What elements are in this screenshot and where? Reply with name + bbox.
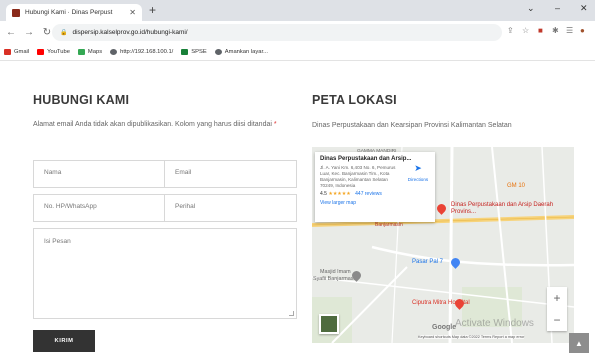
name-input[interactable]: Nama: [33, 160, 164, 188]
browser-tab[interactable]: Hubungi Kami · Dinas Perpust ✕: [6, 4, 142, 21]
map-pin-label: Dinas Perpustakaan dan Arsip Daerah Prov…: [451, 202, 554, 215]
back-icon[interactable]: ←: [4, 27, 18, 38]
rating-stars-icon: ★★★★★: [328, 191, 351, 197]
map-label-road: Banjarmasin: [375, 222, 403, 228]
extension-icon[interactable]: ■: [538, 26, 543, 35]
new-tab-icon[interactable]: +: [149, 3, 156, 17]
resize-handle-icon[interactable]: [289, 311, 294, 316]
directions-button[interactable]: ➤ Directions: [405, 158, 431, 182]
location-heading: PETA LOKASI: [312, 93, 397, 107]
maps-icon: [77, 49, 85, 55]
profile-avatar-icon[interactable]: ●: [580, 26, 585, 35]
form-note: Alamat email Anda tidak akan dipublikasi…: [33, 121, 277, 128]
view-larger-map-link[interactable]: View larger map: [320, 200, 430, 206]
directions-label: Directions: [407, 177, 429, 182]
scroll-to-top-icon[interactable]: ▲: [569, 333, 589, 353]
bookmark-star-icon[interactable]: ☆: [522, 26, 529, 35]
phone-input[interactable]: No. HP/WhatsApp: [33, 194, 164, 222]
spse-icon: [181, 49, 189, 55]
bookmark-amankan[interactable]: Amankan layar...: [214, 49, 268, 55]
puzzle-icon[interactable]: ✱: [552, 26, 559, 35]
activate-windows-watermark: Activate Windows: [455, 318, 534, 329]
gmail-icon: [4, 49, 11, 55]
directions-icon: ➤: [414, 163, 422, 173]
bookmark-spse[interactable]: SPSE: [181, 49, 207, 55]
close-window-icon[interactable]: ✕: [580, 3, 588, 14]
required-mark: *: [273, 121, 277, 128]
tab-title: Hubungi Kami · Dinas Perpust: [25, 9, 113, 16]
lock-icon: 🔒: [60, 30, 68, 36]
forward-icon[interactable]: →: [22, 27, 36, 38]
site-favicon-icon: [12, 8, 20, 17]
address-bar-row: ← → ↻ 🔒 dispersip.kalselprov.go.id/hubun…: [0, 21, 595, 44]
satellite-toggle[interactable]: [319, 314, 339, 334]
globe-icon: [214, 49, 222, 55]
message-textarea[interactable]: Isi Pesan: [33, 228, 297, 319]
map-zoom-control: + −: [547, 287, 567, 331]
subject-input[interactable]: Perihal: [164, 194, 297, 222]
url-text: dispersip.kalselprov.go.id/hubungi-kami/: [72, 29, 188, 36]
map-label-pasar: Pasar Pal 7: [412, 259, 444, 265]
email-input[interactable]: Email: [164, 160, 297, 188]
zoom-out-icon[interactable]: −: [547, 309, 567, 331]
reading-list-icon[interactable]: ☰: [566, 26, 573, 35]
share-icon[interactable]: ⇪: [507, 26, 514, 35]
reviews-link[interactable]: 447 reviews: [355, 191, 382, 197]
bookmark-maps[interactable]: Maps: [77, 49, 102, 55]
bookmark-gmail[interactable]: Gmail: [4, 49, 29, 55]
minimize-icon[interactable]: –: [555, 3, 560, 13]
browser-tab-bar: Hubungi Kami · Dinas Perpust ✕ + ⌄ – ✕: [0, 0, 595, 21]
url-omnibox[interactable]: 🔒 dispersip.kalselprov.go.id/hubungi-kam…: [52, 24, 502, 41]
submit-button[interactable]: KIRIM: [33, 330, 95, 352]
bookmarks-bar: Gmail YouTube Maps http://192.168.100.1/…: [0, 44, 595, 61]
bookmark-youtube[interactable]: YouTube: [37, 49, 70, 55]
zoom-in-icon[interactable]: +: [547, 287, 567, 309]
globe-icon: [110, 49, 118, 55]
map-card-rating: 4.5 ★★★★★ 447 reviews: [320, 191, 382, 197]
contact-heading: HUBUNGI KAMI: [33, 93, 130, 107]
tab-search-icon[interactable]: ⌄: [527, 3, 535, 14]
map-label-gm: GM 10: [507, 183, 526, 189]
map-card-address: Jl. A. Yani Km. 6,403 No. 6, Pemurus Lua…: [320, 165, 396, 188]
location-subtitle: Dinas Perpustakaan dan Kearsipan Provins…: [312, 122, 512, 129]
close-tab-icon[interactable]: ✕: [129, 8, 136, 17]
google-logo: Google: [432, 324, 457, 331]
youtube-icon: [37, 49, 45, 55]
map-attribution[interactable]: Keyboard shortcuts Map data ©2022 Terms …: [418, 335, 525, 339]
bookmark-router[interactable]: http://192.168.100.1/: [110, 49, 173, 55]
